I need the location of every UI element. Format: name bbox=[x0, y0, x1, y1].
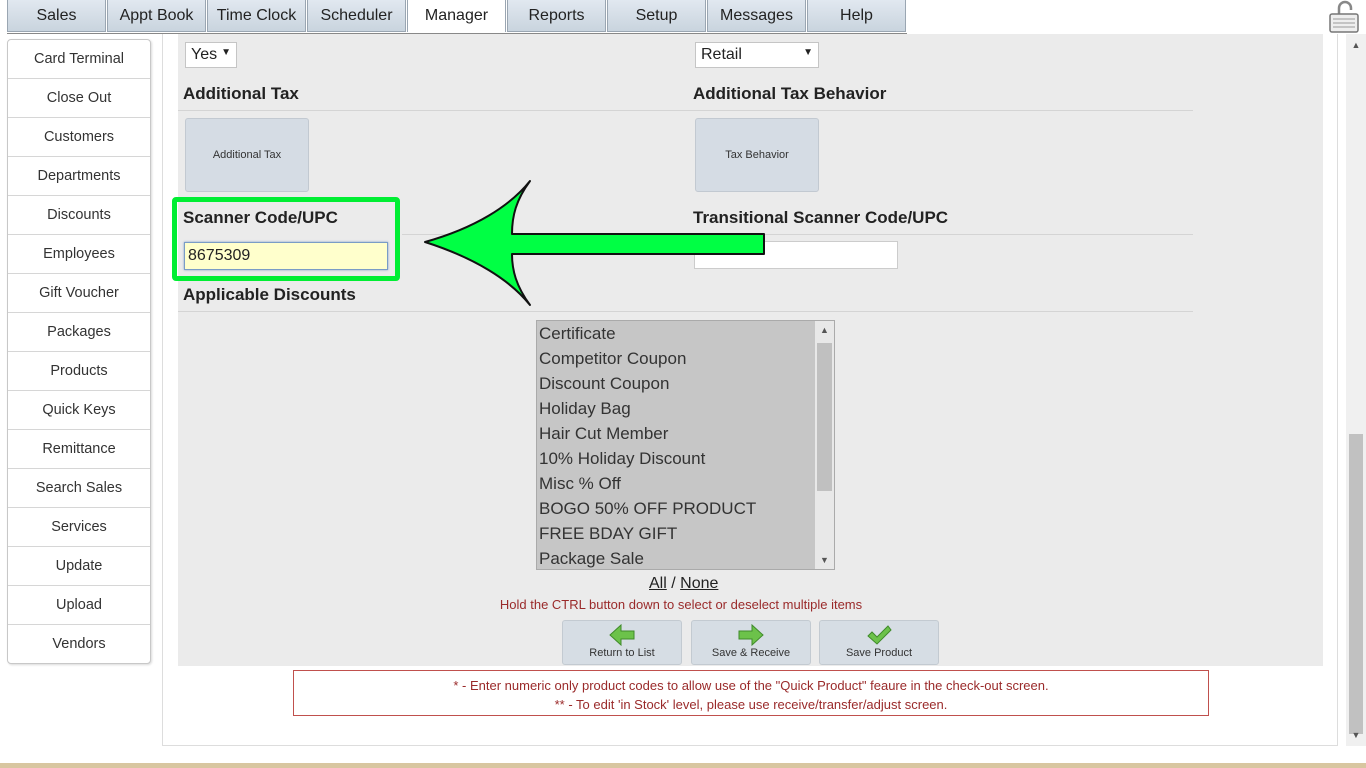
scroll-up-icon[interactable]: ▲ bbox=[1346, 36, 1366, 54]
divider bbox=[178, 311, 1193, 312]
tax-behavior-button-label: Tax Behavior bbox=[725, 149, 789, 161]
save-product-button[interactable]: Save Product bbox=[819, 620, 939, 665]
multi-select-hint: Hold the CTRL button down to select or d… bbox=[499, 597, 863, 612]
list-item[interactable]: Misc % Off bbox=[537, 471, 814, 496]
tab-scheduler[interactable]: Scheduler bbox=[307, 0, 406, 32]
yes-select[interactable]: Yes ▼ bbox=[185, 42, 237, 68]
highlight-box bbox=[172, 197, 400, 281]
sidebar-item-services[interactable]: Services bbox=[8, 508, 150, 547]
sidebar-item-search-sales[interactable]: Search Sales bbox=[8, 469, 150, 508]
select-all-none: All / None bbox=[649, 575, 718, 593]
select-none-link[interactable]: None bbox=[680, 575, 718, 592]
additional-tax-button[interactable]: Additional Tax bbox=[185, 118, 309, 192]
list-item[interactable]: Hair Cut Member bbox=[537, 421, 814, 446]
list-scrollbar[interactable]: ▲ ▼ bbox=[815, 321, 834, 569]
sidebar-item-quick-keys[interactable]: Quick Keys bbox=[8, 391, 150, 430]
page-scrollbar[interactable]: ▲ ▼ bbox=[1346, 34, 1366, 746]
sidebar-item-packages[interactable]: Packages bbox=[8, 313, 150, 352]
tab-manager[interactable]: Manager bbox=[407, 0, 506, 32]
additional-tax-title: Additional Tax bbox=[183, 84, 299, 103]
list-item[interactable]: FREE BDAY GIFT bbox=[537, 521, 814, 546]
green-arrow-annotation bbox=[424, 180, 765, 306]
list-item[interactable]: BOGO 50% OFF PRODUCT bbox=[537, 496, 814, 521]
scroll-down-icon[interactable]: ▼ bbox=[815, 551, 834, 569]
tab-help[interactable]: Help bbox=[807, 0, 906, 32]
list-item[interactable]: Competitor Coupon bbox=[537, 346, 814, 371]
yes-select-value: Yes bbox=[191, 46, 218, 63]
sidebar-item-employees[interactable]: Employees bbox=[8, 235, 150, 274]
tab-setup[interactable]: Setup bbox=[607, 0, 706, 32]
retail-select[interactable]: Retail ▼ bbox=[695, 42, 819, 68]
sidebar-item-upload[interactable]: Upload bbox=[8, 586, 150, 625]
lock-icon[interactable] bbox=[1326, 0, 1364, 33]
list-item[interactable]: Holiday Bag bbox=[537, 396, 814, 421]
sidebar-item-departments[interactable]: Departments bbox=[8, 157, 150, 196]
sidebar-item-discounts[interactable]: Discounts bbox=[8, 196, 150, 235]
sidebar-item-vendors[interactable]: Vendors bbox=[8, 625, 150, 663]
return-to-list-button[interactable]: Return to List bbox=[562, 620, 682, 665]
sidebar-item-close-out[interactable]: Close Out bbox=[8, 79, 150, 118]
left-arrow-icon bbox=[609, 624, 635, 646]
additional-tax-button-label: Additional Tax bbox=[212, 149, 282, 161]
save-and-receive-button[interactable]: Save & Receive bbox=[691, 620, 811, 665]
dropdown-arrow-icon: ▼ bbox=[803, 47, 813, 58]
sidebar-item-update[interactable]: Update bbox=[8, 547, 150, 586]
tab-messages[interactable]: Messages bbox=[707, 0, 806, 32]
top-navigation: Sales Appt Book Time Clock Scheduler Man… bbox=[0, 0, 1366, 34]
discounts-list: Certificate Competitor Coupon Discount C… bbox=[537, 321, 814, 569]
right-arrow-icon bbox=[738, 624, 764, 646]
separator: / bbox=[671, 575, 676, 592]
note-line-2: ** - To edit 'in Stock' level, please us… bbox=[554, 697, 948, 712]
window-bottom-edge bbox=[0, 763, 1366, 768]
sidebar-item-customers[interactable]: Customers bbox=[8, 118, 150, 157]
notes-box: * - Enter numeric only product codes to … bbox=[293, 670, 1209, 716]
dropdown-arrow-icon: ▼ bbox=[221, 47, 231, 58]
scroll-up-icon[interactable]: ▲ bbox=[815, 321, 834, 339]
sidebar-item-products[interactable]: Products bbox=[8, 352, 150, 391]
sidebar-item-card-terminal[interactable]: Card Terminal bbox=[8, 40, 150, 79]
note-line-1: * - Enter numeric only product codes to … bbox=[453, 678, 1049, 693]
scroll-down-icon[interactable]: ▼ bbox=[1346, 726, 1366, 744]
list-item[interactable]: Package Sale bbox=[537, 546, 814, 569]
list-scroll-thumb[interactable] bbox=[817, 343, 832, 491]
list-item[interactable]: Certificate bbox=[537, 321, 814, 346]
tab-sales[interactable]: Sales bbox=[7, 0, 106, 32]
retail-select-value: Retail bbox=[701, 46, 742, 63]
tab-bar: Sales Appt Book Time Clock Scheduler Man… bbox=[7, 0, 907, 34]
select-all-link[interactable]: All bbox=[649, 575, 667, 592]
discounts-listbox[interactable]: Certificate Competitor Coupon Discount C… bbox=[536, 320, 835, 570]
sidebar-menu: Card Terminal Close Out Customers Depart… bbox=[7, 39, 151, 664]
return-to-list-label: Return to List bbox=[589, 647, 655, 659]
page-scroll-thumb[interactable] bbox=[1349, 434, 1363, 734]
list-item[interactable]: 10% Holiday Discount bbox=[537, 446, 814, 471]
save-and-receive-label: Save & Receive bbox=[711, 647, 791, 659]
tax-behavior-title: Additional Tax Behavior bbox=[693, 84, 887, 103]
list-item[interactable]: Discount Coupon bbox=[537, 371, 814, 396]
save-product-label: Save Product bbox=[845, 647, 913, 659]
applicable-discounts-title: Applicable Discounts bbox=[183, 285, 356, 304]
tab-time-clock[interactable]: Time Clock bbox=[207, 0, 306, 32]
divider bbox=[178, 110, 1193, 111]
tab-reports[interactable]: Reports bbox=[507, 0, 606, 32]
checkmark-icon bbox=[867, 625, 892, 645]
tab-appt-book[interactable]: Appt Book bbox=[107, 0, 206, 32]
sidebar-item-gift-voucher[interactable]: Gift Voucher bbox=[8, 274, 150, 313]
sidebar-item-remittance[interactable]: Remittance bbox=[8, 430, 150, 469]
